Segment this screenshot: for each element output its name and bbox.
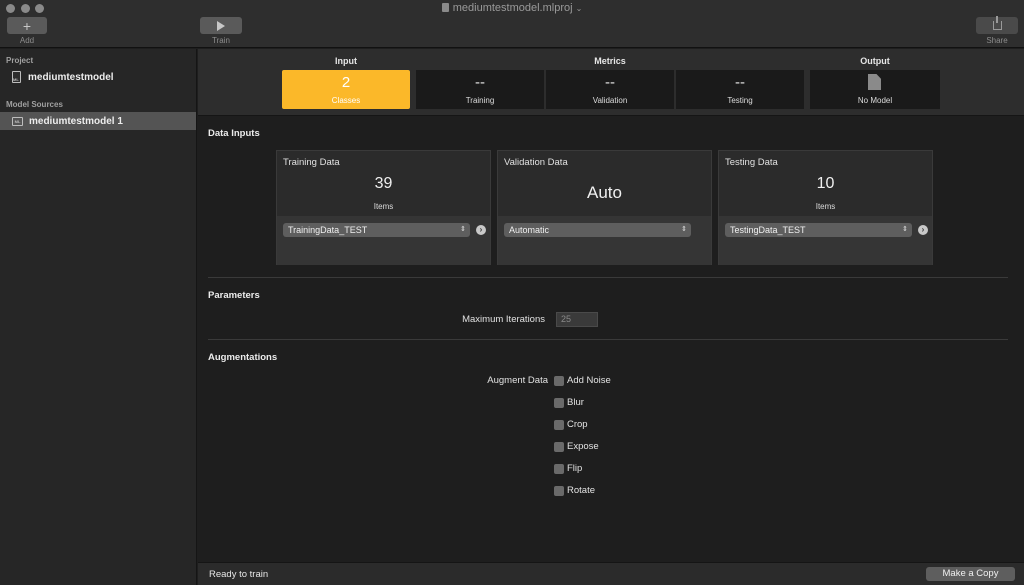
- play-icon: [217, 20, 225, 31]
- checkbox[interactable]: [554, 375, 564, 386]
- divider: [208, 339, 1008, 340]
- share-icon: [992, 16, 1002, 30]
- testing-metric-label: Testing: [727, 96, 753, 105]
- sidebar-item-model-source[interactable]: ML mediumtestmodel 1: [0, 112, 196, 130]
- updown-chevron-icon: ⇕: [902, 226, 908, 233]
- updown-chevron-icon: ⇕: [460, 226, 466, 233]
- testing-metric-value: --: [735, 74, 745, 91]
- classes-label: Classes: [331, 96, 361, 105]
- training-metric-label: Training: [465, 96, 495, 105]
- updown-chevron-icon: ⇕: [681, 226, 687, 233]
- title-bar: mediumtestmodel.mlproj ⌄ + Add Train Shar…: [0, 0, 1024, 48]
- testing-data-count: 10: [816, 175, 835, 192]
- validation-data-select-value: Automatic: [509, 225, 550, 235]
- parameters-heading: Parameters: [208, 290, 260, 301]
- train-label: Train: [212, 36, 230, 45]
- sidebar: Project mediumtestmodel Model Sources ML…: [0, 49, 197, 585]
- testing-data-unit: Items: [815, 202, 836, 211]
- classes-count: 2: [341, 74, 351, 91]
- checkbox[interactable]: [554, 485, 564, 496]
- augmentations-heading: Augmentations: [208, 352, 278, 363]
- add-button[interactable]: +: [7, 17, 47, 34]
- arrow-right-circle-icon[interactable]: ›: [918, 225, 928, 235]
- tab-input-classes[interactable]: 2 Classes: [282, 70, 410, 109]
- augment-option-label: Expose: [567, 441, 599, 452]
- arrow-right-circle-icon[interactable]: ›: [476, 225, 486, 235]
- augment-option-rotate[interactable]: Rotate: [554, 485, 595, 496]
- summary-tabs: Input Metrics Output 2 Classes -- Traini…: [198, 49, 1024, 116]
- output-header: Output: [860, 56, 890, 66]
- metrics-header: Metrics: [594, 56, 626, 66]
- train-button[interactable]: [200, 17, 242, 34]
- data-inputs-heading: Data Inputs: [208, 128, 260, 139]
- augment-option-label: Flip: [567, 463, 583, 474]
- add-label: Add: [19, 36, 35, 45]
- document-icon: [868, 74, 881, 90]
- validation-metric-value: --: [605, 74, 615, 91]
- ml-file-icon: [12, 71, 21, 83]
- project-name: mediumtestmodel: [28, 71, 114, 83]
- training-data-unit: Items: [373, 202, 394, 211]
- max-iterations-input[interactable]: 25: [556, 312, 598, 327]
- testing-data-card[interactable]: Testing Data 10 Items TestingData_TEST ⇕…: [718, 150, 933, 265]
- validation-data-card[interactable]: Validation Data Auto Automatic ⇕: [497, 150, 712, 265]
- validation-data-title: Validation Data: [504, 157, 568, 168]
- plus-icon: +: [22, 17, 32, 34]
- augment-option-label: Add Noise: [567, 375, 611, 386]
- training-data-count: 39: [374, 175, 393, 192]
- training-data-select-value: TrainingData_TEST: [288, 225, 368, 235]
- model-source-name: mediumtestmodel 1: [29, 115, 123, 127]
- project-section-header: Project: [6, 56, 34, 65]
- validation-data-count: Auto: [587, 183, 622, 202]
- training-data-card[interactable]: Training Data 39 Items TrainingData_TEST…: [276, 150, 491, 265]
- tab-metrics-training[interactable]: -- Training: [416, 70, 544, 109]
- augment-option-crop[interactable]: Crop: [554, 419, 588, 430]
- window-title-text: mediumtestmodel.mlproj: [452, 2, 573, 14]
- ml-model-icon: ML: [12, 116, 23, 126]
- tab-metrics-testing[interactable]: -- Testing: [676, 70, 804, 109]
- augment-option-add-noise[interactable]: Add Noise: [554, 375, 611, 386]
- validation-data-source-area: Automatic ⇕: [498, 216, 711, 265]
- training-metric-value: --: [475, 74, 485, 91]
- model-sources-header: Model Sources: [6, 100, 63, 109]
- training-data-title: Training Data: [283, 157, 340, 168]
- checkbox[interactable]: [554, 397, 564, 408]
- validation-metric-label: Validation: [592, 96, 628, 105]
- window-title[interactable]: mediumtestmodel.mlproj ⌄: [0, 2, 1024, 14]
- main-content: Data Inputs Training Data 39 Items Train…: [198, 117, 1024, 562]
- make-a-copy-button[interactable]: Make a Copy: [926, 567, 1015, 581]
- tab-metrics-validation[interactable]: -- Validation: [546, 70, 674, 109]
- checkbox[interactable]: [554, 419, 564, 430]
- tab-output[interactable]: No Model: [810, 70, 940, 109]
- input-header: Input: [335, 56, 357, 66]
- augment-option-label: Blur: [567, 397, 584, 408]
- augment-option-flip[interactable]: Flip: [554, 463, 582, 474]
- augment-option-expose[interactable]: Expose: [554, 441, 599, 452]
- divider: [208, 277, 1008, 278]
- testing-data-select-value: TestingData_TEST: [730, 225, 806, 235]
- training-data-source-area: TrainingData_TEST ⇕ ›: [277, 216, 490, 265]
- augment-option-label: Crop: [567, 419, 588, 430]
- checkbox[interactable]: [554, 441, 564, 452]
- augment-option-blur[interactable]: Blur: [554, 397, 584, 408]
- status-text: Ready to train: [209, 569, 269, 580]
- sidebar-item-project[interactable]: mediumtestmodel: [0, 68, 196, 86]
- document-icon: [441, 3, 449, 12]
- share-button[interactable]: [976, 16, 1018, 34]
- augment-option-label: Rotate: [567, 485, 595, 496]
- checkbox[interactable]: [554, 463, 564, 474]
- testing-data-source-area: TestingData_TEST ⇕ ›: [719, 216, 932, 265]
- max-iterations-label: Maximum Iterations: [462, 314, 545, 325]
- status-bar: Ready to train Make a Copy: [198, 562, 1024, 585]
- chevron-down-icon: ⌄: [575, 4, 583, 13]
- validation-data-select[interactable]: Automatic ⇕: [504, 223, 691, 237]
- share-label: Share: [986, 36, 1008, 45]
- output-label: No Model: [857, 96, 893, 105]
- testing-data-title: Testing Data: [725, 157, 778, 168]
- training-data-select[interactable]: TrainingData_TEST ⇕: [283, 223, 470, 237]
- testing-data-select[interactable]: TestingData_TEST ⇕: [725, 223, 912, 237]
- augment-data-label: Augment Data: [487, 375, 548, 386]
